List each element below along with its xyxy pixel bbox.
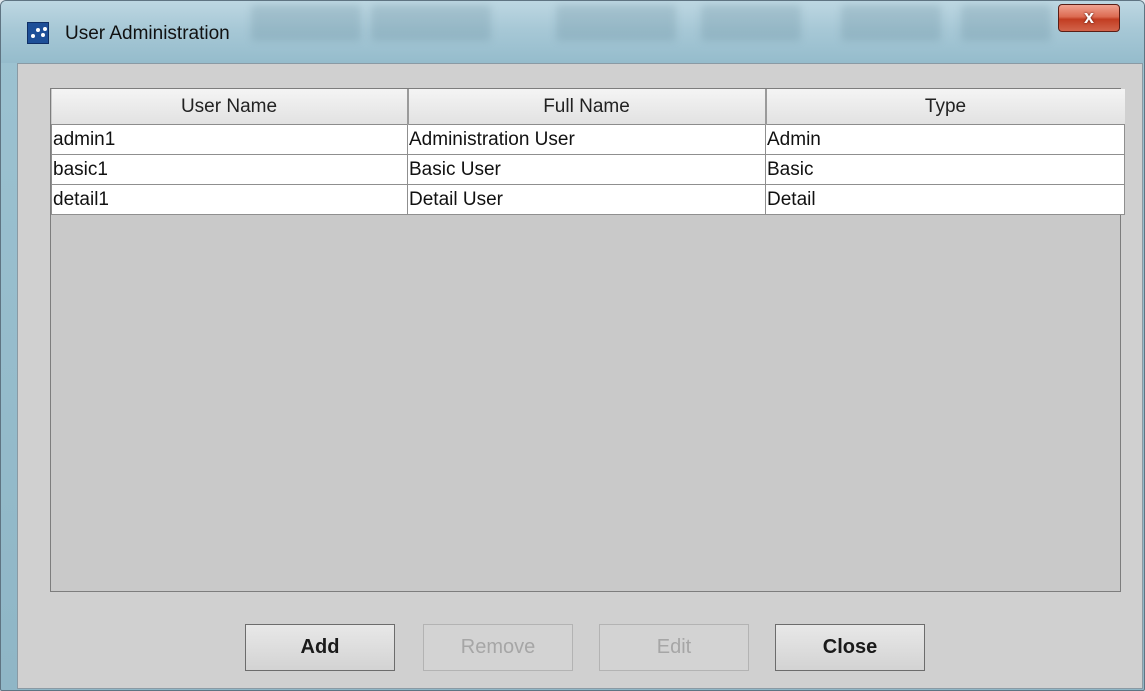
column-header-type[interactable]: Type [765,89,1125,125]
users-table: User Name Full Name Type admin1 Administ… [50,88,1125,592]
close-window-button[interactable]: x [1058,4,1120,32]
table-header-row: User Name Full Name Type [51,89,1125,125]
cell-full-name[interactable]: Administration User [407,124,766,155]
close-icon: x [1083,7,1094,27]
column-header-user-name[interactable]: User Name [51,89,409,125]
cell-type[interactable]: Admin [765,124,1125,155]
cell-type[interactable]: Detail [765,184,1125,215]
app-icon [27,22,49,44]
title-bar[interactable]: User Administration x [1,1,1144,63]
column-header-full-name[interactable]: Full Name [407,89,767,125]
background-blur [251,5,361,41]
cell-full-name[interactable]: Detail User [407,184,766,215]
table-row[interactable]: basic1 Basic User Basic [51,154,1125,185]
background-blur [961,5,1051,41]
table-row[interactable]: detail1 Detail User Detail [51,184,1125,215]
remove-button[interactable]: Remove [423,624,573,671]
add-button[interactable]: Add [245,624,395,671]
cell-user-name[interactable]: basic1 [51,154,408,185]
background-blur [371,5,491,41]
cell-user-name[interactable]: admin1 [51,124,408,155]
background-blur [556,5,676,41]
user-administration-window: User Administration x User Name Full Nam… [0,0,1145,691]
table-row[interactable]: admin1 Administration User Admin [51,124,1125,155]
edit-button[interactable]: Edit [599,624,749,671]
background-blur [701,5,801,41]
window-title: User Administration [65,23,230,44]
cell-full-name[interactable]: Basic User [407,154,766,185]
dialog-client-area: User Name Full Name Type admin1 Administ… [17,63,1143,689]
background-blur [841,5,941,41]
close-button[interactable]: Close [775,624,925,671]
cell-type[interactable]: Basic [765,154,1125,185]
cell-user-name[interactable]: detail1 [51,184,408,215]
